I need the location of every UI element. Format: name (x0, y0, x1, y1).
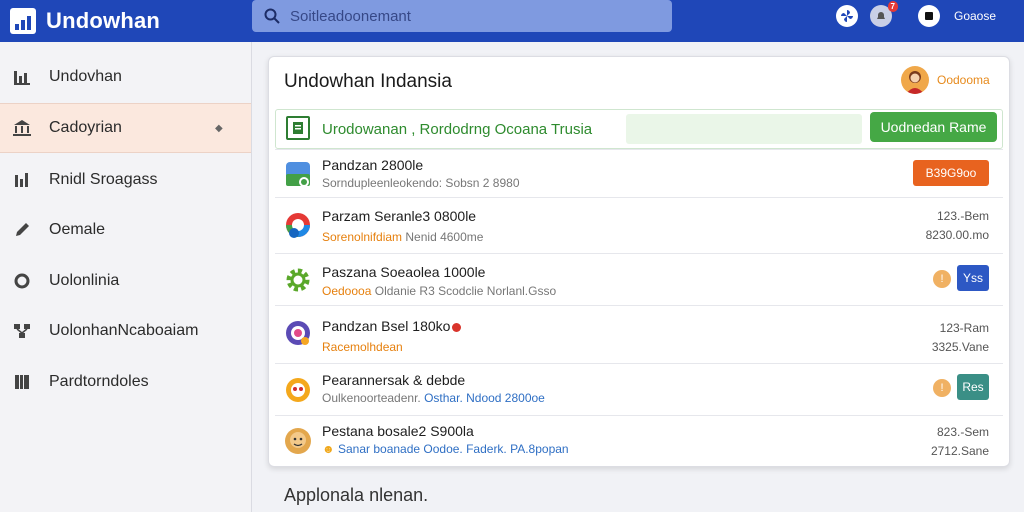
list-item-action-button[interactable]: Yss (957, 265, 989, 291)
sidebar-item-uolonlinia[interactable]: Uolonlinia (0, 256, 251, 306)
info-icon[interactable]: ! (933, 270, 951, 288)
gear-icon (283, 265, 313, 295)
info-icon[interactable]: ! (933, 379, 951, 397)
list-item-highlight: Racemolhdean (322, 340, 403, 354)
sidebar-item-undovhan[interactable]: Undovhan (0, 52, 251, 102)
emoji-face-icon (283, 375, 313, 405)
bank-icon (12, 118, 32, 138)
status-action-button[interactable]: Uodnedan Rame (870, 112, 997, 142)
list-item-meta-line1: 123.-Bem (936, 209, 989, 223)
smile-icon: ☻ (322, 442, 335, 456)
search-icon (264, 8, 280, 24)
list-item-action-button[interactable]: B39G9oo (913, 160, 989, 186)
list-item-meta-line1: 823.-Sem (936, 425, 989, 439)
list-item-highlight: Oedoooa (322, 284, 372, 298)
list-item-meta-line2: 2712.Sane (930, 444, 989, 458)
google-icon (283, 210, 313, 240)
status-text: Urodowanan , Rordodrng Ocoana Trusia (322, 121, 593, 138)
list-item-subtitle: Oedoooa Oldanie R3 Scodclie Norlanl.Gsso (322, 284, 556, 298)
sidebar-item-rnidl-sroagass[interactable]: Rnidl Sroagass (0, 155, 251, 205)
list-item-meta-line2: 8230.00.mo (925, 228, 989, 242)
chart-icon (12, 170, 32, 190)
list-item-subtitle: ☻ Sanar boanade Oodoe. Faderk. PA.8popan (322, 442, 569, 456)
app-tile-icon (283, 159, 313, 189)
sidebar-item-oemale[interactable]: Oemale (0, 205, 251, 255)
search-input[interactable] (290, 7, 660, 25)
app-logo[interactable]: Undowhan (10, 8, 250, 34)
list-item-meta: 123.-Bem 8230.00.mo (926, 207, 989, 245)
diamond-icon: ◆ (215, 122, 223, 134)
user-menu[interactable]: Goaose (954, 10, 996, 22)
list-item-meta: 823.-Sem 2712.Sane (931, 423, 989, 461)
sidebar: Undovhan Cadoyrian ◆ Rnidl Sroagass Oema… (0, 42, 252, 512)
list-item-detail: Nenid 4600me (405, 230, 484, 244)
sidebar-item-label: UolonhanNcaboaiam (49, 322, 199, 339)
list-item[interactable]: Paszana Soeaolea 1000le Oedoooa Oldanie … (275, 253, 1003, 305)
messages-button[interactable] (918, 5, 940, 27)
section-heading: Applonala nlenan. (284, 485, 429, 505)
list-item-title: Parzam Seranle3 0800le (322, 208, 477, 224)
network-icon (12, 321, 32, 341)
message-icon (925, 12, 933, 20)
bar-chart-icon (12, 67, 32, 87)
list-item-subtitle: Oulkenoorteadenr. Osthar. Ndood 2800oe (322, 391, 545, 405)
list-item-meta-line1: 123-Ram (939, 321, 989, 335)
book-icon (12, 372, 32, 392)
list-item-detail: Oulkenoorteadenr. (322, 391, 421, 405)
avatar (283, 426, 313, 456)
sidebar-item-label: Undovhan (49, 68, 122, 85)
list-item-detail: Oldanie R3 Scodclie Norlanl.Gsso (374, 284, 557, 298)
circle-icon (12, 271, 32, 291)
bar-chart-icon (10, 8, 36, 34)
sidebar-item-uolonhan-ncaboaiam[interactable]: UolonhanNcaboaiam (0, 306, 251, 356)
app-circle-icon (283, 318, 313, 348)
list-item-link[interactable]: Osthar. Ndood 2800oe (424, 391, 545, 405)
card-title: Undowhan Indansia (284, 71, 452, 92)
app-title: Undowhan (46, 8, 161, 33)
list-item-title: Pandzan Bsel 180ko (322, 318, 462, 334)
list-item[interactable]: Pandzan Bsel 180ko Racemolhdean 123-Ram … (275, 305, 1003, 363)
list-item-meta: 123-Ram 3325.Vane (932, 319, 989, 357)
list-item-subtitle: Sorenolnifdiam Nenid 4600me (322, 230, 483, 244)
list-item[interactable]: Pandzan 2800le Sorndupleenleokendo: Sobs… (275, 149, 1003, 197)
sidebar-item-label: Cadoyrian (49, 119, 122, 136)
pinwheel-icon (841, 10, 853, 22)
list-item-title: Pestana bosale2 S900la (322, 423, 474, 439)
list-item-link[interactable]: Sanar boanade Oodoe. Faderk. PA.8popan (338, 442, 569, 456)
sidebar-item-label: Oemale (49, 221, 106, 238)
list-item-title: Paszana Soeaolea 1000le (322, 264, 486, 280)
sidebar-item-label: Uolonlinia (49, 272, 120, 289)
card-user-name: Oodooma (937, 73, 990, 87)
list-item-subtitle: Racemolhdean (322, 340, 403, 354)
pencil-icon (12, 220, 32, 240)
search-bar[interactable] (252, 0, 672, 32)
status-progress-bar (626, 114, 862, 144)
alert-dot-icon (452, 322, 462, 332)
avatar (901, 66, 929, 94)
list-item-subtitle: Sorndupleenleokendo: Sobsn 2 8980 (322, 176, 520, 190)
list-item[interactable]: Pearannersak & debde Oulkenoorteadenr. O… (275, 363, 1003, 415)
sidebar-item-label: Pardtorndoles (49, 373, 149, 390)
settings-button[interactable] (836, 5, 858, 27)
notification-badge: 7 (887, 1, 898, 12)
notifications-button[interactable]: 7 (870, 1, 898, 27)
sidebar-item-cadoyrian[interactable]: Cadoyrian ◆ (0, 103, 251, 153)
main-card: Undowhan Indansia Oodooma Urodowanan , R… (268, 56, 1010, 467)
bell-icon (877, 12, 885, 19)
list-item-title: Pearannersak & debde (322, 372, 466, 388)
list-item-meta-line2: 3325.Vane (931, 340, 989, 354)
status-row: Urodowanan , Rordodrng Ocoana Trusia Uod… (275, 109, 1003, 149)
list-item-title: Pandzan 2800le (322, 157, 424, 173)
list-item-highlight: Sorenolnifdiam (322, 230, 403, 244)
list-item[interactable]: Parzam Seranle3 0800le Sorenolnifdiam Ne… (275, 197, 1003, 253)
list-item-action-button[interactable]: Res (957, 374, 989, 400)
list-item-title-text: Pandzan Bsel 180ko (322, 318, 451, 334)
sidebar-item-pardtorndoles[interactable]: Pardtorndoles (0, 357, 251, 407)
topbar-actions: 7 Goaose (836, 1, 996, 28)
card-user[interactable]: Oodooma (901, 66, 990, 94)
list-item[interactable]: Pestana bosale2 S900la ☻ Sanar boanade O… (275, 415, 1003, 467)
document-icon (286, 116, 310, 140)
sidebar-item-label: Rnidl Sroagass (49, 171, 158, 188)
